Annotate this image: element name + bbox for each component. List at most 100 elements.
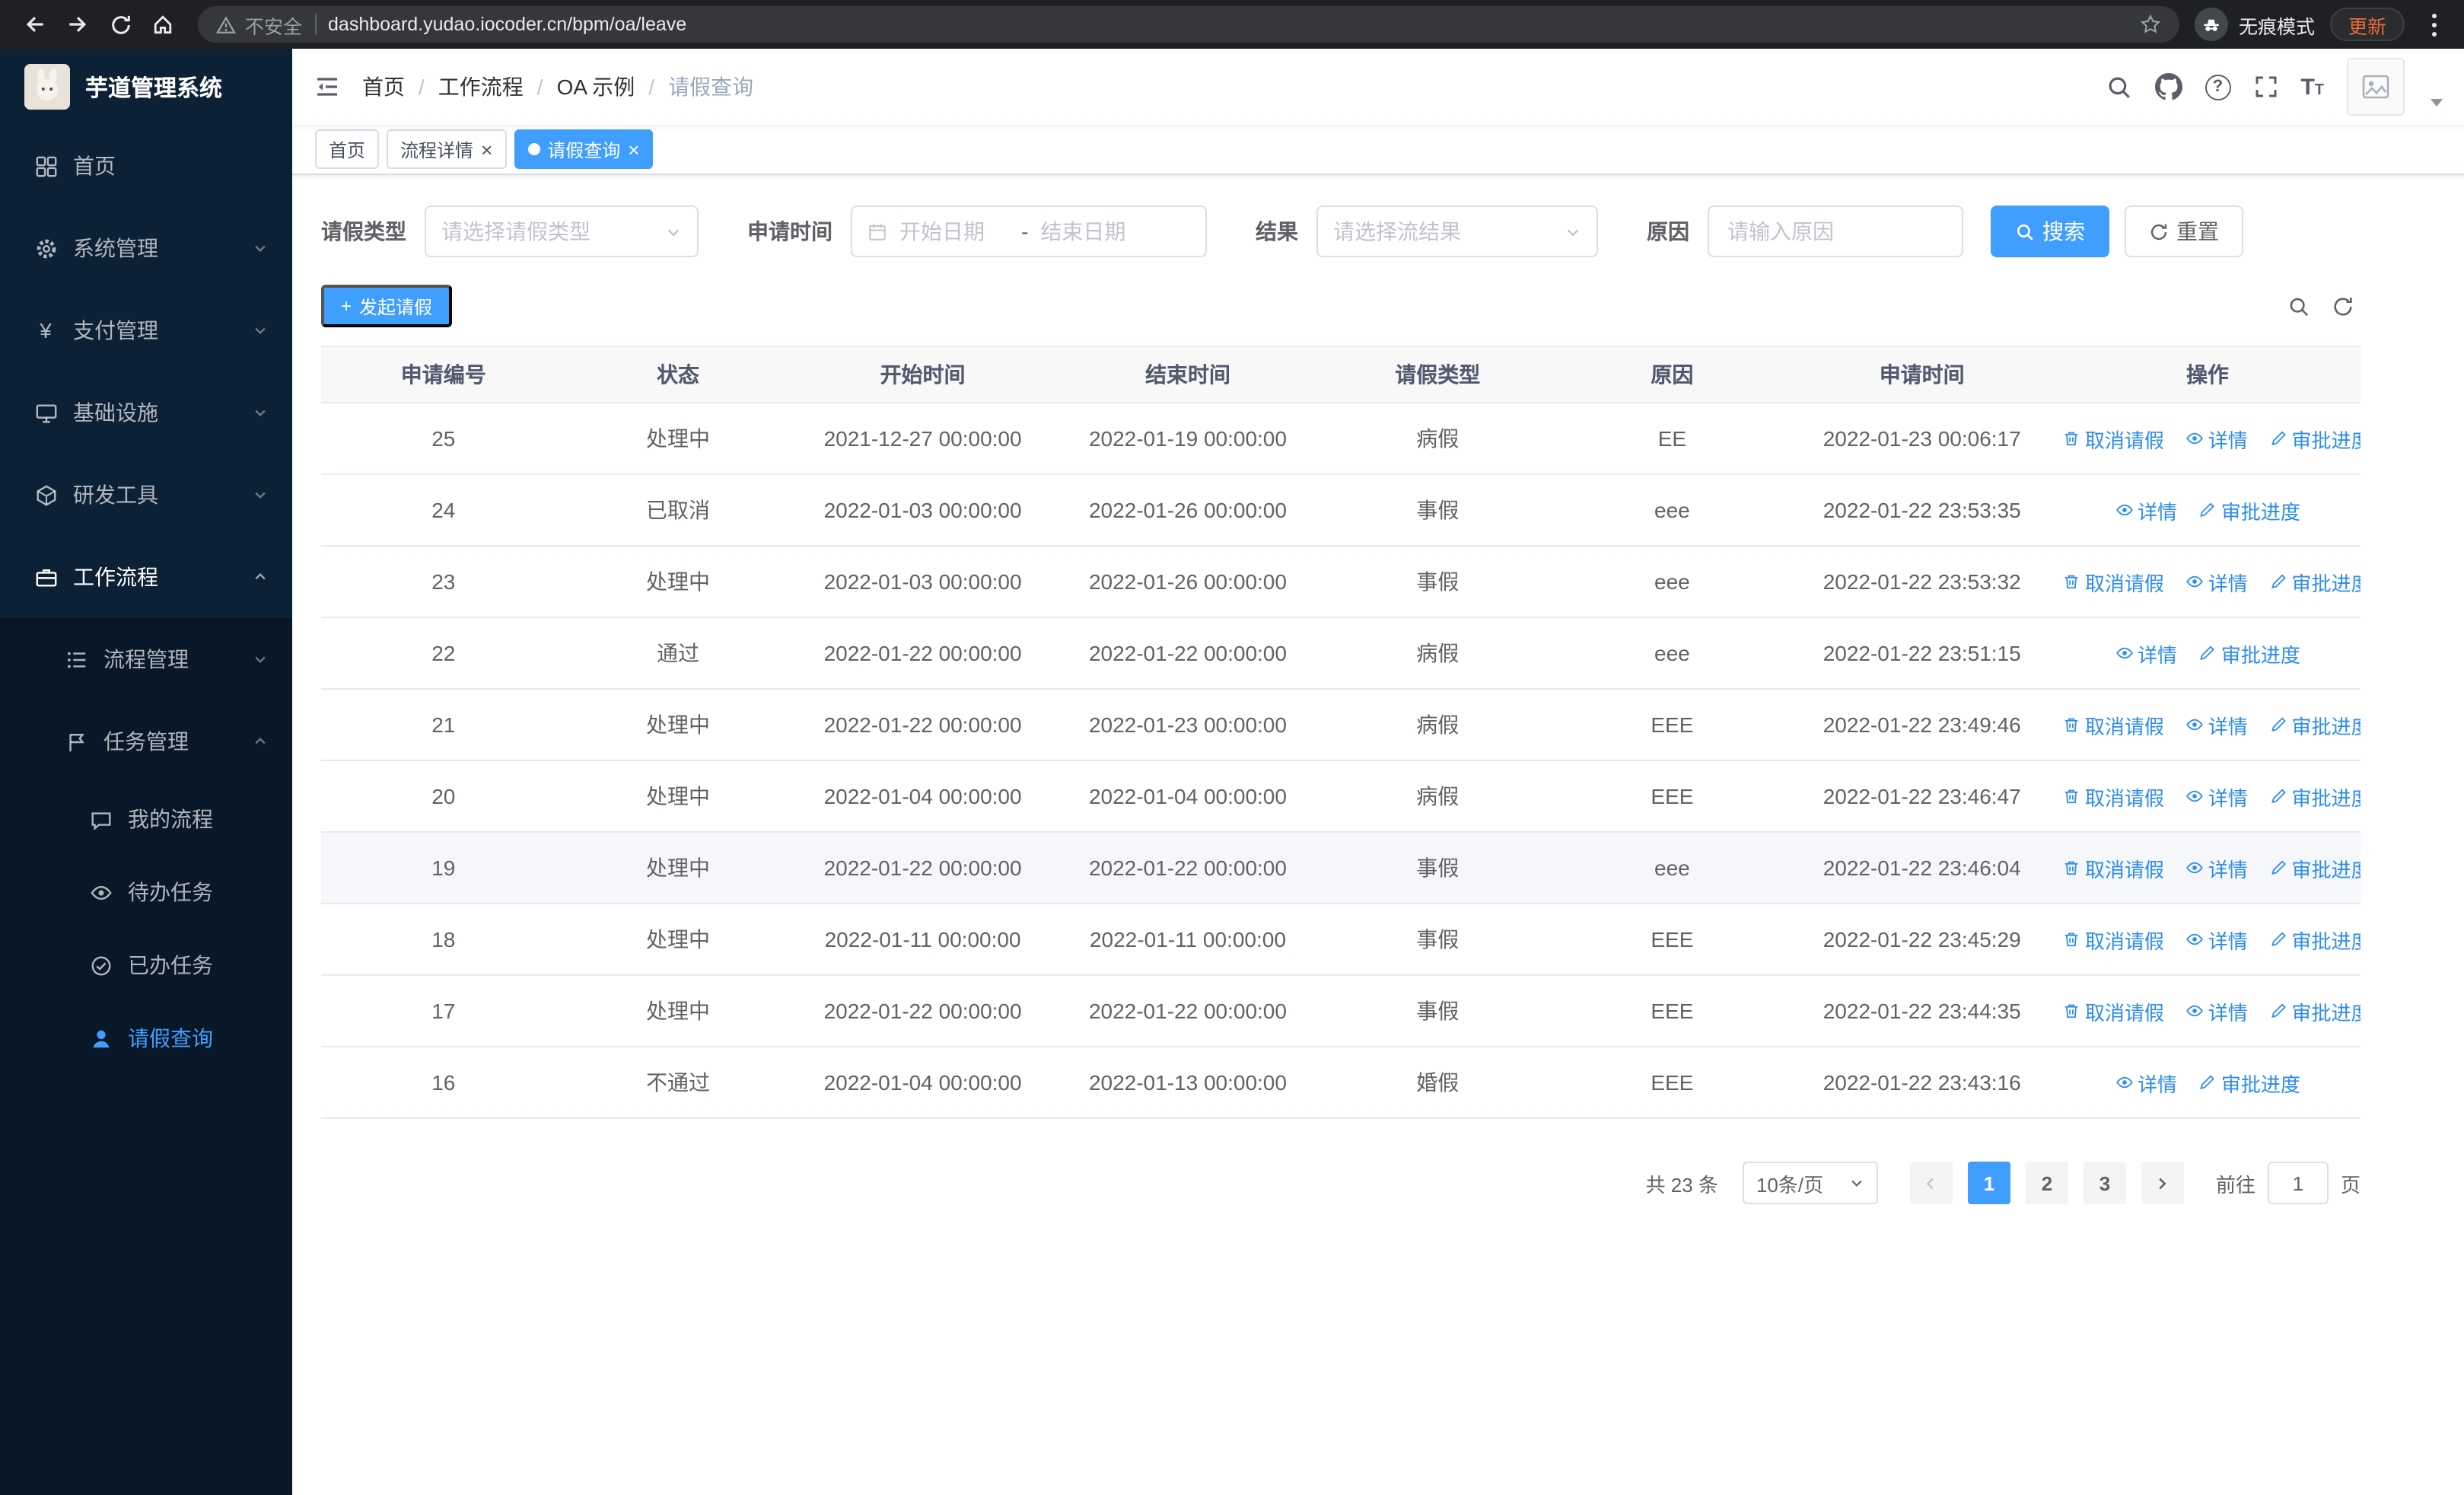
user-menu-caret-icon[interactable] xyxy=(2431,99,2443,107)
close-icon[interactable]: × xyxy=(628,139,639,159)
app-shell: 芋道管理系统 首页 系统管理 ¥ 支付管理 基础设施 研发工具 工作流程 流程管… xyxy=(0,49,2464,1495)
collapse-sidebar-icon[interactable] xyxy=(314,73,341,100)
page-size-select[interactable]: 10条/页 xyxy=(1742,1162,1878,1204)
font-size-icon[interactable]: TT xyxy=(2300,75,2324,98)
sidebar-item-payment[interactable]: ¥ 支付管理 xyxy=(0,289,292,371)
search-icon[interactable] xyxy=(2106,74,2131,100)
progress-link[interactable]: 审批进度 xyxy=(2269,996,2361,1025)
app-logo[interactable]: 芋道管理系统 xyxy=(0,49,292,125)
toolbox-icon xyxy=(33,483,58,507)
github-icon[interactable] xyxy=(2154,73,2182,100)
detail-link[interactable]: 详情 xyxy=(2115,496,2177,524)
detail-link[interactable]: 详情 xyxy=(2185,853,2248,882)
edit-icon xyxy=(2201,1075,2215,1090)
row-actions: 详情 审批进度 xyxy=(2054,1047,2361,1119)
tab-process-detail[interactable]: 流程详情 × xyxy=(387,129,507,169)
update-button[interactable]: 更新 xyxy=(2329,8,2405,41)
progress-link[interactable]: 审批进度 xyxy=(2198,639,2300,668)
progress-link[interactable]: 审批进度 xyxy=(2269,567,2361,596)
create-leave-button[interactable]: + 发起请假 xyxy=(321,285,453,327)
progress-link[interactable]: 审批进度 xyxy=(2269,710,2361,739)
main-area: 首页 / 工作流程 / OA 示例 / 请假查询 ? TT 首页 流程详情 × … xyxy=(292,49,2464,1495)
close-icon[interactable]: × xyxy=(481,139,492,159)
page-button-2[interactable]: 2 xyxy=(2025,1162,2068,1204)
reason-input[interactable] xyxy=(1709,207,1962,256)
help-icon[interactable]: ? xyxy=(2205,74,2231,100)
refresh-icon xyxy=(2150,223,2167,240)
url-bar[interactable]: 不安全 dashboard.yudao.iocoder.cn/bpm/oa/le… xyxy=(198,6,2179,43)
reset-button[interactable]: 重置 xyxy=(2125,206,2243,257)
breadcrumb-workflow[interactable]: 工作流程 xyxy=(438,72,524,102)
tab-home[interactable]: 首页 xyxy=(315,129,380,169)
user-avatar[interactable] xyxy=(2347,58,2405,116)
sidebar-item-infra[interactable]: 基础设施 xyxy=(0,371,292,454)
back-icon[interactable] xyxy=(15,5,55,44)
chevron-down-icon xyxy=(667,228,680,236)
browser-menu-icon[interactable] xyxy=(2420,7,2449,42)
detail-link[interactable]: 详情 xyxy=(2185,782,2248,811)
sidebar-item-done-tasks[interactable]: 已办任务 xyxy=(0,929,292,1002)
reload-icon[interactable] xyxy=(100,5,140,44)
cancel-leave-link[interactable]: 取消请假 xyxy=(2062,710,2164,739)
progress-link[interactable]: 审批进度 xyxy=(2269,925,2361,954)
cancel-leave-link[interactable]: 取消请假 xyxy=(2062,567,2164,596)
logo-avatar xyxy=(24,64,70,110)
cancel-leave-link[interactable]: 取消请假 xyxy=(2062,996,2164,1025)
person-icon xyxy=(88,1026,113,1050)
detail-link[interactable]: 详情 xyxy=(2185,424,2248,453)
sidebar-item-process-mgmt[interactable]: 流程管理 xyxy=(0,618,292,700)
sidebar-item-leave-query[interactable]: 请假查询 xyxy=(0,1002,292,1075)
forward-icon[interactable] xyxy=(58,5,97,44)
breadcrumb-oa[interactable]: OA 示例 xyxy=(557,72,635,102)
toggle-search-icon[interactable] xyxy=(2287,295,2310,317)
detail-link[interactable]: 详情 xyxy=(2115,639,2177,668)
progress-link[interactable]: 审批进度 xyxy=(2198,1068,2300,1097)
row-actions: 取消请假 详情 审批进度 xyxy=(2054,760,2361,833)
monitor-icon xyxy=(33,400,58,425)
sidebar-item-workflow[interactable]: 工作流程 xyxy=(0,536,292,618)
select-placeholder: 请选择流结果 xyxy=(1333,219,1461,244)
cancel-leave-link[interactable]: 取消请假 xyxy=(2062,925,2164,954)
sidebar-item-todo-tasks[interactable]: 待办任务 xyxy=(0,856,292,929)
sidebar-item-home[interactable]: 首页 xyxy=(0,125,292,207)
tab-leave-query[interactable]: 请假查询 × xyxy=(514,129,654,169)
prev-page-button[interactable] xyxy=(1909,1162,1953,1204)
row-actions: 取消请假 详情 审批进度 xyxy=(2054,904,2361,976)
delete-icon xyxy=(2064,932,2078,947)
goto-page-input[interactable] xyxy=(2267,1162,2329,1204)
sidebar-item-label: 研发工具 xyxy=(73,483,158,507)
cancel-leave-link[interactable]: 取消请假 xyxy=(2062,424,2164,453)
sidebar-item-system[interactable]: 系统管理 xyxy=(0,207,292,289)
detail-link[interactable]: 详情 xyxy=(2115,1068,2177,1097)
sidebar-item-my-process[interactable]: 我的流程 xyxy=(0,783,292,856)
next-page-button[interactable] xyxy=(2141,1162,2184,1204)
progress-link[interactable]: 审批进度 xyxy=(2269,424,2361,453)
home-icon[interactable] xyxy=(143,5,183,44)
browser-chrome: 不安全 dashboard.yudao.iocoder.cn/bpm/oa/le… xyxy=(0,0,2464,49)
search-button[interactable]: 搜索 xyxy=(1991,206,2109,257)
refresh-table-icon[interactable] xyxy=(2332,295,2354,317)
progress-link[interactable]: 审批进度 xyxy=(2198,496,2300,524)
start-date-input[interactable] xyxy=(899,219,1009,244)
navbar: 首页 / 工作流程 / OA 示例 / 请假查询 ? TT xyxy=(292,49,2464,125)
end-date-input[interactable] xyxy=(1040,219,1151,244)
breadcrumb-home[interactable]: 首页 xyxy=(362,72,405,102)
sidebar-item-task-mgmt[interactable]: 任务管理 xyxy=(0,700,292,783)
cancel-leave-link[interactable]: 取消请假 xyxy=(2062,782,2164,811)
page-button-1[interactable]: 1 xyxy=(1967,1162,2010,1204)
bookmark-star-icon[interactable] xyxy=(2140,14,2161,35)
result-select[interactable]: 请选择流结果 xyxy=(1316,206,1598,257)
detail-link[interactable]: 详情 xyxy=(2185,567,2248,596)
progress-link[interactable]: 审批进度 xyxy=(2269,782,2361,811)
sidebar-item-devtools[interactable]: 研发工具 xyxy=(0,454,292,536)
page-button-3[interactable]: 3 xyxy=(2083,1162,2126,1204)
detail-link[interactable]: 详情 xyxy=(2185,925,2248,954)
date-range-picker[interactable]: - xyxy=(851,206,1207,257)
detail-link[interactable]: 详情 xyxy=(2185,996,2248,1025)
fullscreen-icon[interactable] xyxy=(2253,75,2278,99)
security-indicator[interactable]: 不安全 xyxy=(216,10,302,39)
detail-link[interactable]: 详情 xyxy=(2185,710,2248,739)
cancel-leave-link[interactable]: 取消请假 xyxy=(2062,853,2164,882)
leave-type-select[interactable]: 请选择请假类型 xyxy=(425,206,699,257)
progress-link[interactable]: 审批进度 xyxy=(2269,853,2361,882)
